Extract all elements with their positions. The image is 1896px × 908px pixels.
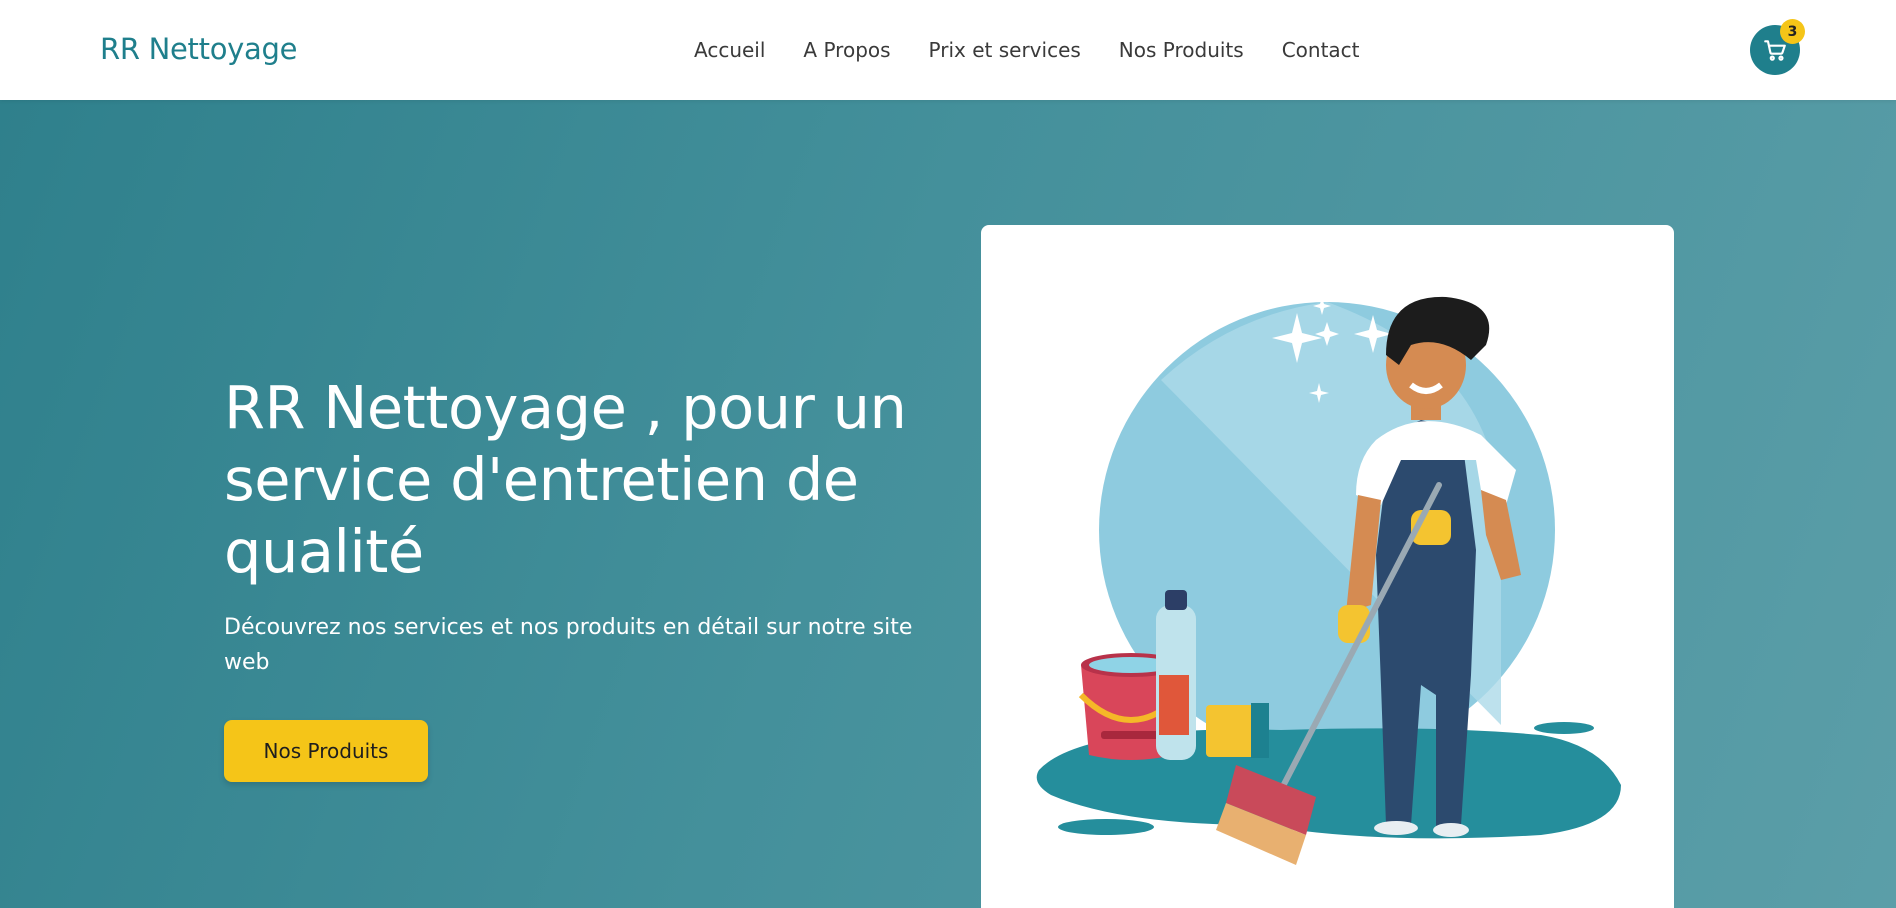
nav-link-accueil[interactable]: Accueil <box>694 38 765 62</box>
site-header: RR Nettoyage Accueil A Propos Prix et se… <box>0 0 1896 100</box>
main-nav: Accueil A Propos Prix et services Nos Pr… <box>694 38 1360 62</box>
nav-link-contact[interactable]: Contact <box>1282 38 1360 62</box>
nav-link-nos-produits[interactable]: Nos Produits <box>1119 38 1244 62</box>
nav-link-prix-services[interactable]: Prix et services <box>929 38 1081 62</box>
cart-count-badge: 3 <box>1780 19 1805 44</box>
hero-section: RR Nettoyage , pour un service d'entreti… <box>0 100 1896 908</box>
hero-subtitle: Découvrez nos services et nos produits e… <box>224 615 913 675</box>
cleaner-illustration <box>1036 296 1621 865</box>
hero-title: RR Nettoyage , pour un service d'entreti… <box>224 373 907 586</box>
nos-produits-button[interactable]: Nos Produits <box>224 720 428 782</box>
nav-link-a-propos[interactable]: A Propos <box>803 38 890 62</box>
illustration-card <box>981 225 1674 908</box>
brand-logo-link[interactable]: RR Nettoyage <box>100 32 297 66</box>
